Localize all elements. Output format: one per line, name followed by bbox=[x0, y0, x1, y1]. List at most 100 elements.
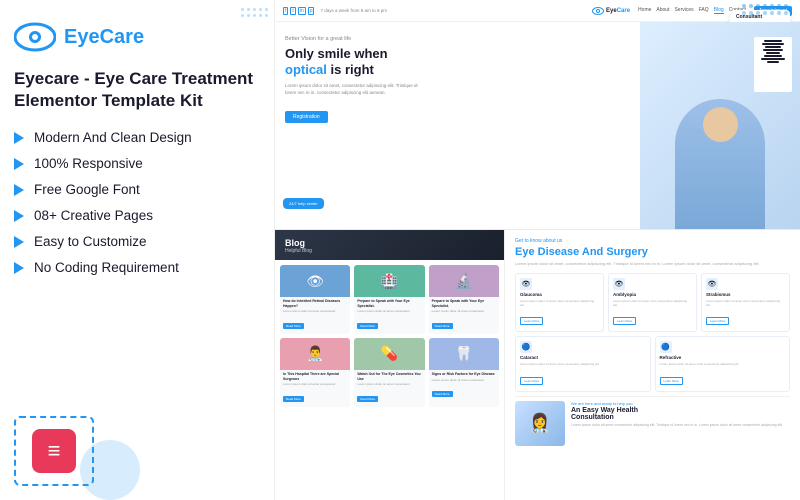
refractive-card: 🔵 Refractive Lorem ipsum dolor sit amet … bbox=[655, 336, 791, 391]
twitter-icon: t bbox=[290, 7, 295, 15]
bottom-preview: Blog Helpful Blog 👁 How do Inherited Ret… bbox=[275, 230, 800, 500]
blog-card-text-3: Prepare to Speak with Your Eye Specialis… bbox=[429, 297, 499, 334]
blog-card-text-1: How do Inherited Retinal Diseases Happen… bbox=[280, 297, 350, 334]
arrow-icon-3 bbox=[14, 184, 24, 196]
blog-card-text-6: Signs or Risk Factors for Eye Disease Lo… bbox=[429, 370, 499, 402]
logo-area: EyeCare bbox=[14, 18, 260, 56]
read-more-btn-5[interactable]: Read More bbox=[357, 396, 378, 402]
read-more-btn-2[interactable]: Read More bbox=[357, 323, 378, 329]
disease-title: Eye Disease And Surgery bbox=[515, 246, 790, 258]
navbar-logo-text: EyeCare bbox=[606, 8, 630, 14]
disease-cards-row1: 👁 Glaucoma Lorem ipsum dolor sit amet mu… bbox=[515, 273, 790, 332]
arrow-icon-2 bbox=[14, 158, 24, 170]
feature-item-6: No Coding Requirement bbox=[14, 260, 260, 275]
hero-preview: f t in p 7 days a week from 8 am to 6 pm… bbox=[275, 0, 800, 230]
blog-card-image-6: 🦷 bbox=[429, 338, 499, 370]
blog-section: Blog Helpful Blog 👁 How do Inherited Ret… bbox=[275, 230, 505, 500]
blog-card-image-2: 🏥 bbox=[354, 265, 424, 297]
refractive-learn-btn[interactable]: Learn More bbox=[660, 377, 683, 385]
amblyopia-learn-btn[interactable]: Learn More bbox=[613, 317, 636, 325]
consultation-image: 👩‍⚕️ bbox=[515, 401, 565, 446]
feature-list: Modern And Clean Design 100% Responsive … bbox=[14, 130, 260, 275]
blog-grid: 👁 How do Inherited Retinal Diseases Happ… bbox=[275, 260, 504, 412]
blog-title: Blog bbox=[285, 238, 494, 248]
24hr-badge: 24/7 help center bbox=[283, 198, 324, 209]
dots-decoration-right bbox=[742, 4, 788, 15]
eye-chart bbox=[754, 37, 792, 92]
blog-card-1: 👁 How do Inherited Retinal Diseases Happ… bbox=[280, 265, 350, 334]
mini-navbar: f t in p 7 days a week from 8 am to 6 pm… bbox=[275, 0, 800, 22]
blog-card-text-4: In This Hospital There are Special Surge… bbox=[280, 370, 350, 407]
feature-item-1: Modern And Clean Design bbox=[14, 130, 260, 145]
strabismus-icon: 👁 bbox=[706, 278, 718, 290]
nav-services[interactable]: Services bbox=[674, 7, 693, 14]
left-panel: // Will be rendered inline EyeCare Eyeca… bbox=[0, 0, 275, 500]
cataract-card: 🔵 Cataract Lorem ipsum dolor sit amet mu… bbox=[515, 336, 651, 391]
read-more-btn-3[interactable]: Read More bbox=[432, 323, 453, 329]
blog-header: Blog Helpful Blog bbox=[275, 230, 504, 260]
cataract-icon: 🔵 bbox=[520, 341, 532, 353]
glaucoma-learn-btn[interactable]: Learn More bbox=[520, 317, 543, 325]
doctor-silhouette bbox=[675, 99, 765, 229]
blog-card-2: 🏥 Prepare to Speak with Your Eye Special… bbox=[354, 265, 424, 334]
nav-home[interactable]: Home bbox=[638, 7, 651, 14]
strabismus-card: 👁 Strabismus Lorem ipsum dolor sit amet … bbox=[701, 273, 790, 332]
read-more-btn-4[interactable]: Read More bbox=[283, 396, 304, 402]
social-icons: f t in p bbox=[283, 7, 314, 15]
blog-subtitle: Helpful Blog bbox=[285, 248, 494, 254]
cataract-learn-btn[interactable]: Learn More bbox=[520, 377, 543, 385]
blog-card-5: 💊 Watch Out for The Eye Cosmetics You Us… bbox=[354, 338, 424, 407]
blog-card-image-5: 💊 bbox=[354, 338, 424, 370]
blog-card-6: 🦷 Signs or Risk Factors for Eye Disease … bbox=[429, 338, 499, 407]
read-more-btn-1[interactable]: Read More bbox=[283, 323, 304, 329]
hero-body-text: Lorem ipsum dolor sit amet, consectetur … bbox=[285, 83, 425, 97]
refractive-icon: 🔵 bbox=[660, 341, 672, 353]
elementor-icon: ≡ bbox=[32, 429, 76, 473]
glaucoma-icon: 👁 bbox=[520, 278, 532, 290]
navbar-logo: EyeCare bbox=[592, 6, 630, 16]
eyecare-logo-icon bbox=[14, 18, 56, 56]
feature-item-2: 100% Responsive bbox=[14, 156, 260, 171]
blog-card-image-3: 🔬 bbox=[429, 265, 499, 297]
nav-faq[interactable]: FAQ bbox=[699, 7, 709, 14]
nav-blog[interactable]: Blog bbox=[714, 7, 724, 14]
read-more-btn-6[interactable]: Read More bbox=[432, 391, 453, 397]
right-panel: f t in p 7 days a week from 8 am to 6 pm… bbox=[275, 0, 800, 500]
blog-card-3: 🔬 Prepare to Speak with Your Eye Special… bbox=[429, 265, 499, 334]
hero-content: Better Vision for a great life Only smil… bbox=[275, 22, 800, 229]
blog-card-image-4: 👨‍⚕️ bbox=[280, 338, 350, 370]
product-title: Eyecare - Eye Care TreatmentElementor Te… bbox=[14, 68, 260, 112]
hero-right bbox=[640, 22, 800, 229]
navbar-logo-icon bbox=[592, 6, 604, 16]
consultation-text: We are here and ready to help you An Eas… bbox=[571, 401, 790, 428]
arrow-icon-6 bbox=[14, 262, 24, 274]
blog-card-text-2: Prepare to Speak with Your Eye Specialis… bbox=[354, 297, 424, 334]
consultation-section: 👩‍⚕️ We are here and ready to help you A… bbox=[515, 396, 790, 446]
disease-subtitle: Get to know about us bbox=[515, 238, 790, 244]
consultation-body: Lorem ipsum dolor sit amet consectetur a… bbox=[571, 423, 790, 428]
consultation-label: We are here and ready to help you bbox=[571, 401, 790, 406]
feature-item-3: Free Google Font bbox=[14, 182, 260, 197]
strabismus-learn-btn[interactable]: Learn More bbox=[706, 317, 729, 325]
dots-decoration-left bbox=[241, 8, 268, 17]
feature-item-5: Easy to Customize bbox=[14, 234, 260, 249]
disease-cards-row2: 🔵 Cataract Lorem ipsum dolor sit amet mu… bbox=[515, 336, 790, 391]
facebook-icon: f bbox=[283, 7, 288, 15]
arrow-icon-1 bbox=[14, 132, 24, 144]
glaucoma-card: 👁 Glaucoma Lorem ipsum dolor sit amet mu… bbox=[515, 273, 604, 332]
registration-button[interactable]: Registration bbox=[285, 111, 328, 123]
arrow-icon-4 bbox=[14, 210, 24, 222]
feature-item-4: 08+ Creative Pages bbox=[14, 208, 260, 223]
pinterest-icon: p bbox=[308, 7, 315, 15]
hero-left: Better Vision for a great life Only smil… bbox=[275, 22, 640, 229]
linkedin-icon: in bbox=[298, 7, 306, 15]
disease-section: Get to know about us Eye Disease And Sur… bbox=[505, 230, 800, 500]
nav-about[interactable]: About bbox=[656, 7, 669, 14]
blog-card-4: 👨‍⚕️ In This Hospital There are Special … bbox=[280, 338, 350, 407]
consultation-title: An Easy Way HealthConsultation bbox=[571, 407, 790, 421]
hero-tag: Better Vision for a great life bbox=[285, 36, 630, 42]
hero-heading: Only smile when optical is right bbox=[285, 46, 630, 77]
doctor-image-area bbox=[640, 22, 800, 229]
amblyopia-card: 👁 Amblyopia Lorem ipsum dolor sit amet m… bbox=[608, 273, 697, 332]
navbar-tagline: 7 days a week from 8 am to 6 pm bbox=[320, 8, 387, 13]
